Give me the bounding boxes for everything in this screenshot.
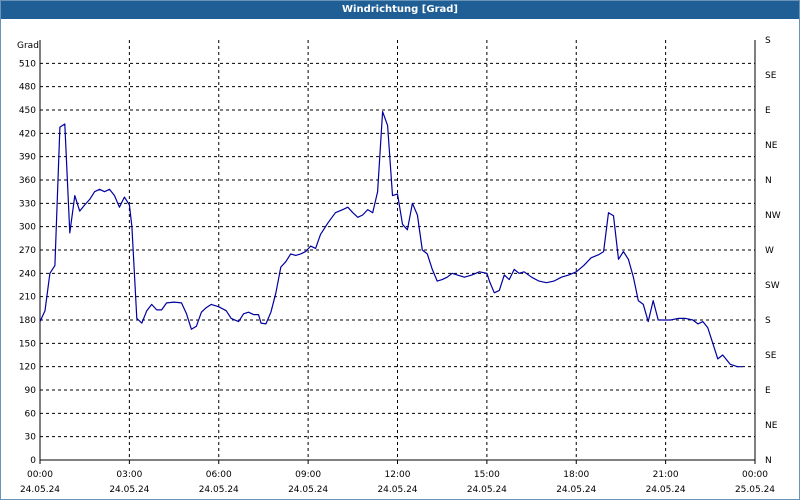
compass-tick-label: N (765, 176, 772, 186)
x-tick-date: 24.05.24 (377, 485, 417, 495)
x-tick-date: 24.05.24 (556, 485, 596, 495)
compass-tick-label: W (765, 246, 774, 256)
compass-tick-label: S (765, 316, 771, 326)
y-tick-label: 450 (19, 106, 36, 116)
y-tick-label: 510 (19, 59, 36, 69)
y-tick-label: 120 (19, 363, 36, 373)
y-tick-label: 480 (19, 83, 36, 93)
x-tick-time: 12:00 (385, 470, 411, 480)
y-tick-label: 0 (30, 456, 36, 466)
x-tick-date: 24.05.24 (20, 485, 60, 495)
x-tick-date: 24.05.24 (288, 485, 328, 495)
x-tick-time: 06:00 (206, 470, 232, 480)
compass-tick-label: SE (765, 71, 777, 81)
compass-tick-label: NE (765, 141, 778, 151)
y-axis-label: Grad (17, 41, 39, 51)
x-tick-time: 21:00 (653, 470, 679, 480)
compass-tick-label: NE (765, 421, 778, 431)
y-tick-label: 210 (19, 293, 36, 303)
y-tick-label: 360 (19, 176, 36, 186)
x-tick-time: 00:00 (27, 470, 53, 480)
y-tick-label: 240 (19, 269, 36, 279)
x-tick-time: 03:00 (116, 470, 142, 480)
y-tick-label: 180 (19, 316, 36, 326)
y-tick-label: 60 (25, 409, 37, 419)
x-tick-time: 15:00 (474, 470, 500, 480)
y-tick-label: 150 (19, 339, 36, 349)
x-tick-time: 00:00 (742, 470, 768, 480)
x-tick-time: 18:00 (563, 470, 589, 480)
x-tick-date: 24.05.24 (467, 485, 507, 495)
compass-tick-label: NW (765, 211, 781, 221)
compass-tick-label: SE (765, 351, 777, 361)
y-tick-label: 270 (19, 246, 36, 256)
x-tick-date: 24.05.24 (199, 485, 239, 495)
series-line (39, 110, 743, 368)
compass-tick-label: SW (765, 281, 780, 291)
compass-tick-label: N (765, 456, 772, 466)
x-tick-time: 09:00 (295, 470, 321, 480)
y-tick-label: 300 (19, 223, 36, 233)
wind-direction-chart: 0 30 60 90 120 150 180 210 240 270 300 330 360 390 420… (17, 36, 781, 495)
compass-tick-label: E (765, 386, 771, 396)
compass-tick-label: S (765, 36, 771, 46)
y-tick-label: 390 (19, 153, 36, 163)
y-tick-label: 330 (19, 199, 36, 209)
x-tick-date: 24.05.24 (109, 485, 149, 495)
x-tick-date: 25.05.24 (735, 485, 775, 495)
compass-tick-label: E (765, 106, 771, 116)
y-tick-label: 90 (25, 386, 37, 396)
x-tick-date: 24.05.24 (646, 485, 686, 495)
y-tick-label: 420 (19, 129, 36, 139)
y-tick-label: 30 (25, 433, 37, 443)
